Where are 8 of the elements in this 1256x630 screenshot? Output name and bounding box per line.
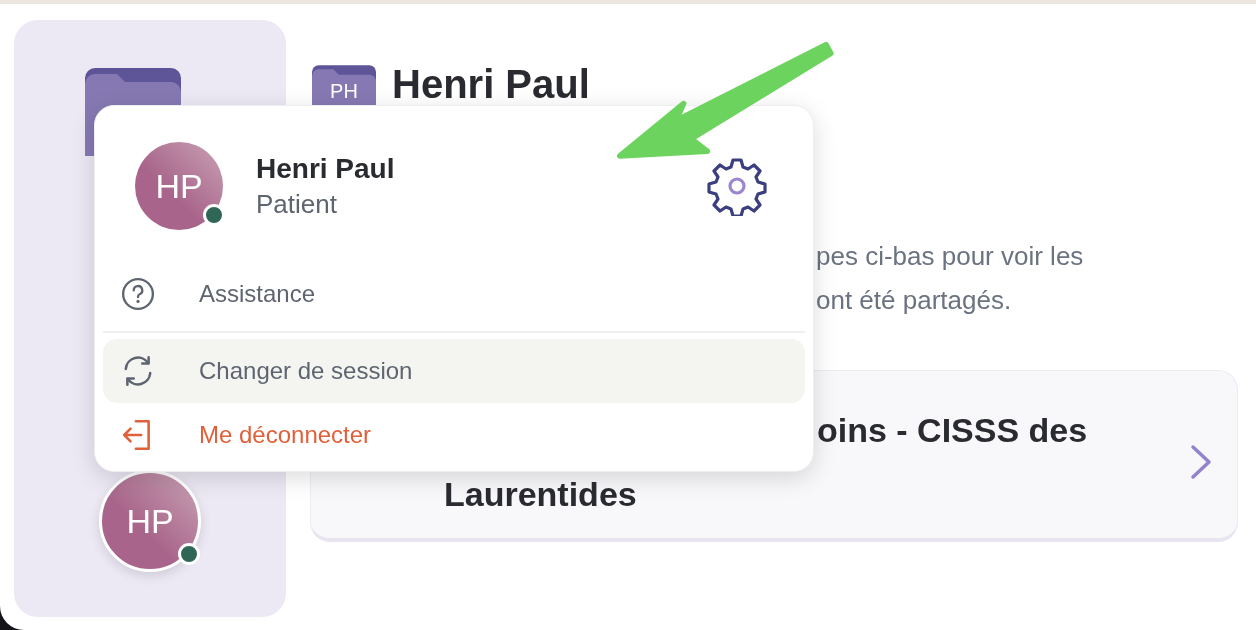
user-name: Henri Paul — [256, 152, 396, 185]
intro-text: pes ci-bas pour voir les — [816, 240, 1085, 273]
folder-initials: PH — [329, 80, 359, 102]
avatar: HP — [135, 142, 223, 230]
user-role: Patient — [256, 188, 338, 220]
card-title: Laurentides — [443, 473, 638, 515]
intro-text: ont été partagés. — [816, 284, 1013, 317]
page-title: Henri Paul — [392, 61, 590, 106]
